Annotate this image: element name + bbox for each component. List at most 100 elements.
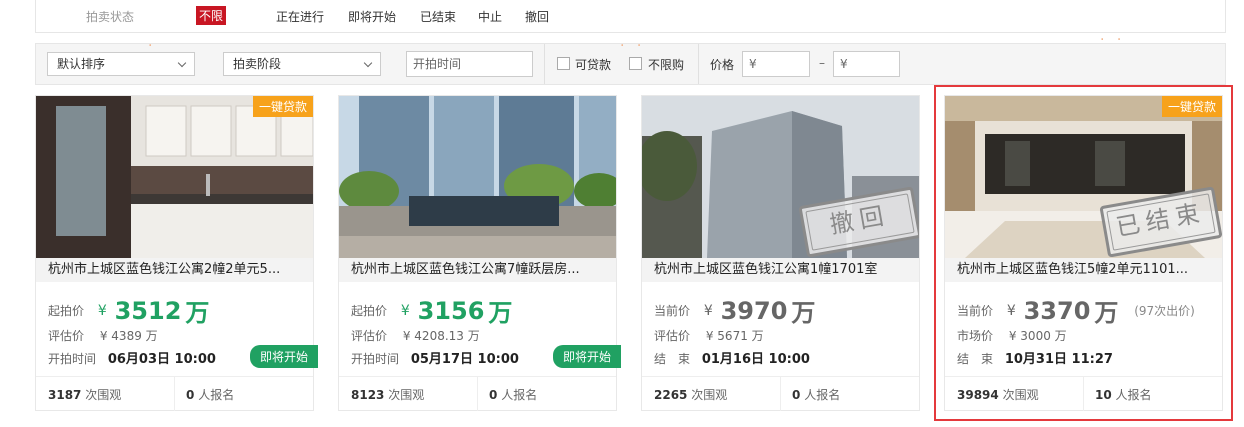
divider [1083, 377, 1084, 411]
price-value: 3156 [417, 296, 485, 325]
divider [698, 44, 699, 84]
currency-symbol: ¥ [749, 57, 757, 71]
property-title[interactable]: 杭州市上城区蓝色钱江公寓2幢2单元5... [36, 258, 313, 282]
eval-row: 评估价 ¥ 4208.13 万 [351, 327, 480, 344]
divider [174, 377, 175, 411]
status-option-ongoing[interactable]: 正在进行 [276, 8, 324, 25]
price-row: 当前价 ¥ 3970 万 [654, 293, 815, 328]
signups-number: 0 [792, 388, 801, 402]
no-purchase-limit-checkbox[interactable] [629, 57, 642, 70]
loanable-label: 可贷款 [575, 58, 612, 72]
start-time-placeholder: 开拍时间 [413, 57, 462, 71]
eval-label: 评估价 [654, 329, 691, 343]
chevron-down-icon [177, 58, 187, 68]
auction-status-bar: 拍卖状态 不限 正在进行 即将开始 已结束 中止 撤回 [35, 0, 1226, 33]
time-label: 结 束 [654, 352, 691, 366]
currency-symbol: ¥ [1006, 302, 1016, 319]
views-label: 次围观 [1002, 388, 1039, 402]
property-photo[interactable]: 一键贷款 已结束 [945, 96, 1222, 258]
property-photo[interactable]: 一键贷款 [36, 96, 313, 258]
views-number: 3187 [48, 388, 82, 402]
eval-value: ¥ 4208.13 万 [402, 329, 480, 343]
property-photo[interactable]: 撤回 [642, 96, 919, 258]
property-title[interactable]: 杭州市上城区蓝色钱江5幢2单元1101... [945, 258, 1222, 282]
eval-row: 市场价 ¥ 3000 万 [957, 327, 1067, 344]
divider [477, 377, 478, 411]
property-title[interactable]: 杭州市上城区蓝色钱江公寓1幢1701室 [642, 258, 919, 282]
signups-count: 0 人报名 [186, 386, 234, 403]
time-value: 10月31日 11:27 [1004, 352, 1113, 367]
chevron-down-icon [363, 58, 373, 68]
status-option-ended[interactable]: 已结束 [420, 8, 456, 25]
property-photo[interactable] [339, 96, 616, 258]
auction-card[interactable]: 杭州市上城区蓝色钱江公寓7幢跃层房... 起拍价 ¥ 3156 万 评估价 ¥ 4… [338, 95, 621, 411]
price-value: 3512 [114, 296, 182, 325]
views-count: 8123 次围观 [351, 386, 424, 403]
property-title[interactable]: 杭州市上城区蓝色钱江公寓7幢跃层房... [339, 258, 616, 282]
time-row: 开拍时间 05月17日 10:00 [351, 348, 519, 367]
auction-card-highlighted[interactable]: 一键贷款 已结束 杭州市上城区蓝色钱江5幢2单元1101... 当前价 ¥ 33… [934, 85, 1233, 421]
currency-symbol: ¥ [840, 57, 848, 71]
time-value: 06月03日 10:00 [107, 352, 216, 367]
signups-label: 人报名 [501, 388, 538, 402]
currency-symbol: ¥ [703, 302, 713, 319]
price-unit: 万 [1094, 299, 1119, 327]
price-row: 当前价 ¥ 3370 万 (97次出价) [957, 293, 1195, 328]
bid-count: (97次出价) [1134, 304, 1195, 318]
stage-select-value: 拍卖阶段 [233, 57, 282, 71]
price-unit: 万 [185, 299, 210, 327]
card-footer: 39894 次围观 10 人报名 [945, 376, 1222, 411]
signups-label: 人报名 [198, 388, 235, 402]
views-label: 次围观 [691, 388, 728, 402]
price-row: 起拍价 ¥ 3512 万 [48, 293, 209, 328]
views-label: 次围观 [85, 388, 122, 402]
market-price-value: ¥ 3000 万 [1008, 329, 1067, 343]
views-count: 2265 次围观 [654, 386, 727, 403]
views-number: 39894 [957, 388, 999, 402]
currency-symbol: ¥ [400, 302, 410, 319]
loanable-checkbox[interactable] [557, 57, 570, 70]
signups-count: 10 人报名 [1095, 386, 1152, 403]
price-unit: 万 [488, 299, 513, 327]
time-value: 01月16日 10:00 [701, 352, 810, 367]
status-option-withdrawn[interactable]: 撤回 [525, 8, 549, 25]
auction-card[interactable]: 撤回 杭州市上城区蓝色钱江公寓1幢1701室 当前价 ¥ 3970 万 评估价 ¥… [641, 95, 920, 411]
sort-select[interactable]: 默认排序 [47, 52, 195, 76]
decorative-dots: · · [620, 38, 646, 54]
price-label: 当前价 [654, 304, 691, 318]
card-footer: 2265 次围观 0 人报名 [642, 376, 919, 411]
auction-card[interactable]: 一键贷款 杭州市上城区蓝色钱江公寓2幢2单元5... 起拍价 ¥ 3512 万 评… [35, 95, 318, 411]
price-value: 3370 [1023, 296, 1091, 325]
eval-value: ¥ 4389 万 [99, 329, 158, 343]
status-pill-upcoming: 即将开始 [552, 345, 621, 368]
price-min-input[interactable]: ¥ [742, 51, 810, 77]
time-row: 结 束 10月31日 11:27 [957, 348, 1113, 367]
status-option-upcoming[interactable]: 即将开始 [348, 8, 396, 25]
price-max-input[interactable]: ¥ [833, 51, 900, 77]
range-dash: – [819, 56, 825, 70]
price-unit: 万 [791, 299, 816, 327]
views-number: 2265 [654, 388, 688, 402]
currency-symbol: ¥ [97, 302, 107, 319]
no-purchase-limit-label: 不限购 [648, 58, 685, 72]
card-footer: 3187 次围观 0 人报名 [36, 376, 313, 411]
status-filter-label: 拍卖状态 [86, 10, 135, 24]
views-count: 39894 次围观 [957, 386, 1039, 403]
status-option-all[interactable]: 不限 [196, 6, 227, 25]
stage-select[interactable]: 拍卖阶段 [223, 52, 381, 76]
card-footer: 8123 次围观 0 人报名 [339, 376, 616, 411]
status-option-suspended[interactable]: 中止 [478, 8, 502, 25]
views-count: 3187 次围观 [48, 386, 121, 403]
loan-tag: 一键贷款 [252, 96, 313, 117]
price-value: 3970 [720, 296, 788, 325]
market-price-label: 市场价 [957, 329, 994, 343]
time-label: 开拍时间 [351, 352, 400, 366]
loan-tag: 一键贷款 [1161, 96, 1222, 117]
start-time-input[interactable]: 开拍时间 [406, 51, 533, 77]
signups-count: 0 人报名 [489, 386, 537, 403]
signups-count: 0 人报名 [792, 386, 840, 403]
eval-row: 评估价 ¥ 5671 万 [654, 327, 764, 344]
decorative-dots: · [148, 38, 157, 54]
views-number: 8123 [351, 388, 385, 402]
views-label: 次围观 [388, 388, 425, 402]
